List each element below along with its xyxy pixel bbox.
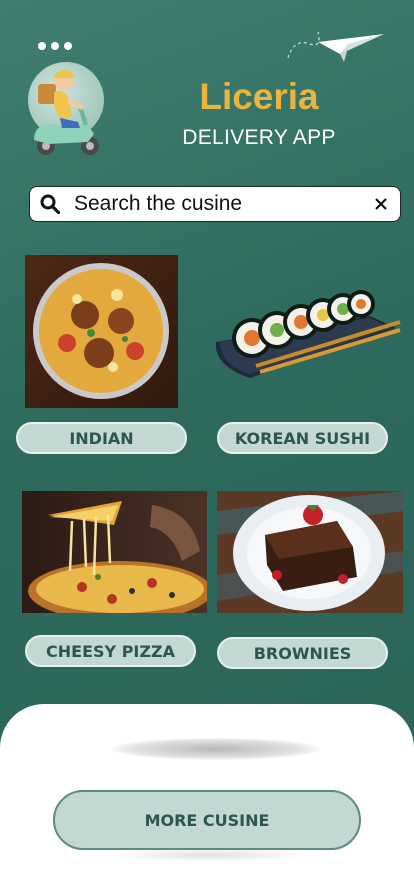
close-icon[interactable] xyxy=(374,197,388,211)
more-cuisine-button[interactable]: MORE CUSINE xyxy=(53,790,361,850)
search-bar xyxy=(29,186,401,222)
search-icon[interactable] xyxy=(40,194,60,214)
indian-cuisine-button[interactable]: INDIAN xyxy=(16,422,187,454)
button-shadow xyxy=(110,848,310,862)
brownies-image[interactable] xyxy=(217,491,403,613)
brownies-cuisine-button[interactable]: BROWNIES xyxy=(217,637,388,669)
brand-subtitle: DELIVERY APP xyxy=(182,126,336,149)
cheesy-pizza-cuisine-button[interactable]: CHEESY PIZZA xyxy=(25,635,196,667)
delivery-scooter-rider-icon xyxy=(28,62,104,155)
korean-sushi-cuisine-button[interactable]: KOREAN SUSHI xyxy=(217,422,388,454)
cheesy-pizza-image[interactable] xyxy=(22,491,207,613)
indian-food-image[interactable] xyxy=(25,255,178,408)
korean-sushi-image[interactable] xyxy=(210,282,402,382)
search-input[interactable] xyxy=(74,192,374,216)
decorative-shadow xyxy=(112,738,320,760)
brand-title: Liceria xyxy=(199,76,319,117)
paper-plane-icon xyxy=(282,18,386,68)
more-dots-icon[interactable] xyxy=(38,42,72,50)
